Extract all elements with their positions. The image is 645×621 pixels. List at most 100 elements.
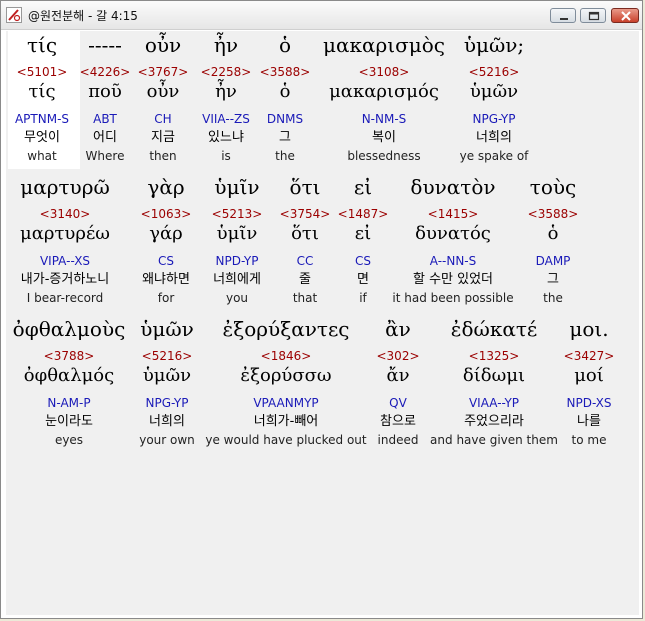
strong-number[interactable]: <5216> xyxy=(142,349,193,363)
lemma-word: ὑμῶν xyxy=(142,365,192,386)
greek-word[interactable]: ἐδώκατέ xyxy=(451,318,538,340)
english-gloss: for xyxy=(157,291,175,305)
english-gloss: your own xyxy=(139,433,195,447)
english-gloss: I bear-record xyxy=(26,291,104,305)
strong-number[interactable]: <3588> xyxy=(260,65,311,79)
korean-gloss: 참으로 xyxy=(380,414,416,429)
lemma-word: εἰ xyxy=(354,223,372,244)
greek-word[interactable]: ἦν xyxy=(214,34,238,56)
greek-word[interactable]: ὑμῶν xyxy=(140,318,194,340)
english-gloss: it had been possible xyxy=(392,291,514,305)
english-gloss: if xyxy=(359,291,367,305)
korean-gloss: 왜냐하면 xyxy=(142,272,190,287)
korean-gloss: 주었으리라 xyxy=(464,414,524,429)
strong-number[interactable]: <1415> xyxy=(428,207,479,221)
morphology-code: VPAANMYP xyxy=(253,396,319,410)
strong-number[interactable]: <3427> xyxy=(564,349,615,363)
lemma-word: ὑμῖν xyxy=(216,223,258,244)
english-gloss: that xyxy=(292,291,318,305)
morphology-code: DAMP xyxy=(535,254,571,268)
morphology-code: VIPA--XS xyxy=(39,254,91,268)
english-gloss: what xyxy=(27,149,57,163)
strong-number[interactable]: <1063> xyxy=(141,207,192,221)
strong-number[interactable]: <3588> xyxy=(528,207,579,221)
lemma-word: ἐξορύσσω xyxy=(240,365,332,386)
maximize-button[interactable] xyxy=(580,8,606,23)
lemma-word: μαρτυρέω xyxy=(20,223,110,244)
greek-word[interactable]: τίς xyxy=(27,34,57,56)
lemma-word: ποῦ xyxy=(88,81,122,102)
strong-number[interactable]: <1846> xyxy=(261,349,312,363)
greek-word[interactable]: ὅτι xyxy=(290,176,321,198)
greek-word[interactable]: μαρτυρῶ xyxy=(20,176,110,198)
lemma-word: τίς xyxy=(28,81,56,102)
greek-word[interactable]: οὖν xyxy=(145,34,181,56)
korean-gloss: 무엇이 xyxy=(24,130,60,145)
window-title: @원전분해 - 갈 4:15 xyxy=(28,9,138,23)
greek-word[interactable]: δυνατὸν xyxy=(410,176,495,198)
lemma-word: ὁ xyxy=(279,81,291,102)
korean-gloss: 눈이라도 xyxy=(45,414,93,429)
strong-number[interactable]: <5216> xyxy=(469,65,520,79)
strong-number[interactable]: <5101> xyxy=(17,65,68,79)
english-gloss: eyes xyxy=(54,433,84,447)
strong-number[interactable]: <2258> xyxy=(201,65,252,79)
lemma-word: ὁ xyxy=(547,223,559,244)
strong-number[interactable]: <3108> xyxy=(359,65,410,79)
korean-gloss: 너희에게 xyxy=(213,272,261,287)
lemma-word: ἄν xyxy=(386,365,410,386)
greek-word[interactable]: μακαρισμὸς xyxy=(323,34,445,56)
minimize-button[interactable] xyxy=(550,8,576,23)
lemma-word: οὖν xyxy=(146,81,180,102)
greek-word[interactable]: μοι. xyxy=(569,318,608,340)
main-window: @원전분해 - 갈 4:15 τίς <5101> τίς APTNM-S 무엇이 wha… xyxy=(0,0,643,619)
morphology-code: NPD-XS xyxy=(566,396,612,410)
greek-word[interactable]: ----- xyxy=(88,34,122,56)
greek-word[interactable]: ἂν xyxy=(385,318,411,340)
title-bar[interactable]: @원전분해 - 갈 4:15 xyxy=(1,1,642,30)
strong-number[interactable]: <3754> xyxy=(280,207,331,221)
greek-word[interactable]: ἐξορύξαντες xyxy=(222,318,349,340)
english-gloss: blessedness xyxy=(347,149,421,163)
korean-gloss: 그 xyxy=(279,130,291,145)
greek-word[interactable]: ὑμῖν xyxy=(214,176,259,198)
lemma-word: μοί xyxy=(574,365,604,386)
korean-gloss: 줄 xyxy=(299,272,311,287)
morphology-code: QV xyxy=(389,396,407,410)
strong-number[interactable]: <3788> xyxy=(44,349,95,363)
greek-word[interactable]: ὀφθαλμοὺς xyxy=(13,318,126,340)
lemma-word: δίδωμι xyxy=(462,365,526,386)
greek-word[interactable]: εἰ xyxy=(354,176,372,198)
morphology-code: NPD-YP xyxy=(215,254,259,268)
english-gloss: indeed xyxy=(377,433,419,447)
morphology-code: CS xyxy=(355,254,371,268)
korean-gloss: 복이 xyxy=(372,130,396,145)
strong-number[interactable]: <3140> xyxy=(40,207,91,221)
morphology-code: N-AM-P xyxy=(47,396,91,410)
app-icon xyxy=(6,7,22,23)
strong-number[interactable]: <4226> xyxy=(80,65,131,79)
korean-gloss: 할 수만 있었더 xyxy=(412,272,494,287)
strong-number[interactable]: <1325> xyxy=(469,349,520,363)
strong-number[interactable]: <3767> xyxy=(138,65,189,79)
english-gloss: ye would have plucked out xyxy=(205,433,367,447)
lemma-word: γάρ xyxy=(149,223,183,244)
close-button[interactable] xyxy=(611,8,639,23)
lemma-word: ὀφθαλμός xyxy=(23,365,115,386)
morphology-code: CH xyxy=(154,112,172,126)
greek-word[interactable]: ὑμῶν; xyxy=(464,34,524,56)
greek-word[interactable]: τοὺς xyxy=(530,176,576,198)
english-gloss: the xyxy=(275,149,295,163)
korean-gloss: 있느냐 xyxy=(208,130,244,145)
english-gloss: you xyxy=(225,291,249,305)
morphology-code: VIIA--ZS xyxy=(202,112,250,126)
greek-word[interactable]: ὁ xyxy=(279,34,291,56)
strong-number[interactable]: <1487> xyxy=(338,207,389,221)
morphology-code: A--NN-S xyxy=(429,254,477,268)
greek-word[interactable]: γὰρ xyxy=(147,176,184,198)
lemma-word: ὑμῶν xyxy=(469,81,519,102)
morphology-code: DNMS xyxy=(266,112,304,126)
strong-number[interactable]: <302> xyxy=(376,349,419,363)
strong-number[interactable]: <5213> xyxy=(212,207,263,221)
morphology-code: APTNM-S xyxy=(14,112,70,126)
